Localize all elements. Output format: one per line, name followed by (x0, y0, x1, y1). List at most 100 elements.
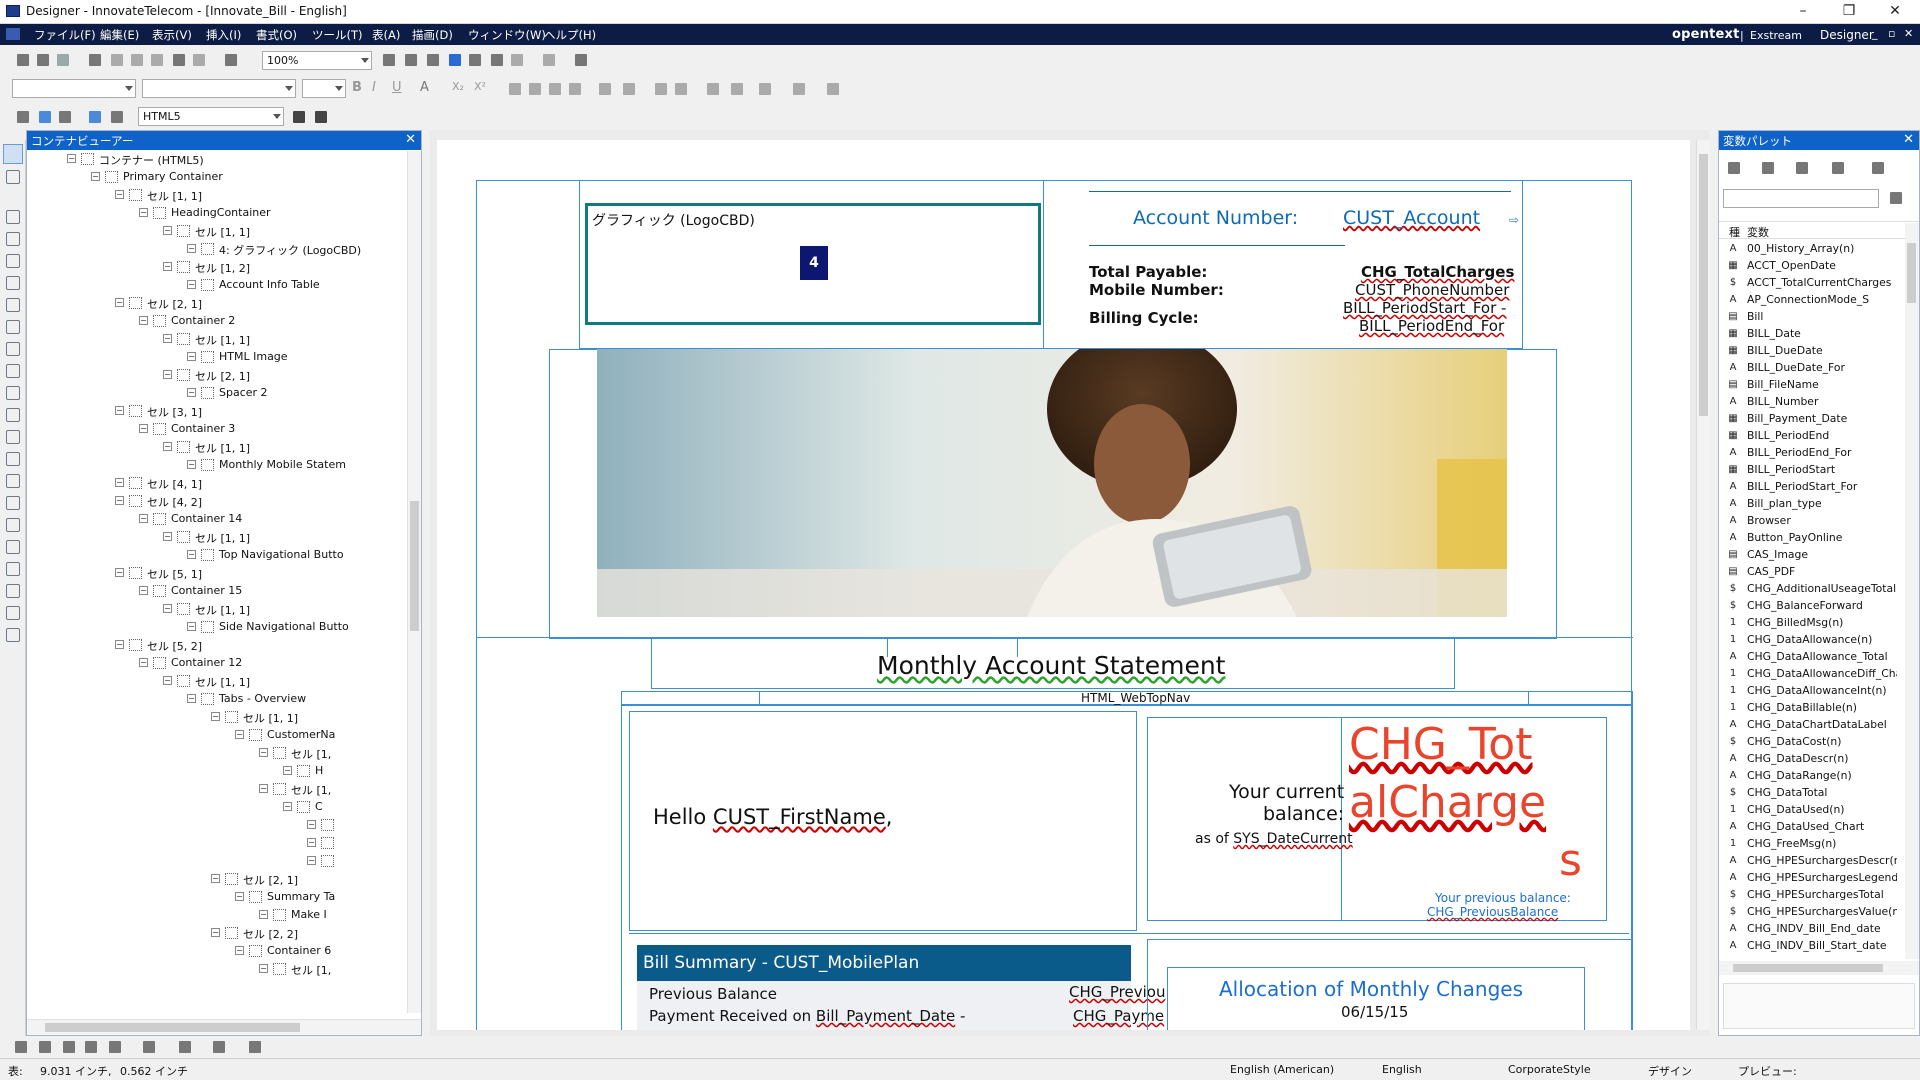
tree-collapse-icon[interactable]: − (163, 262, 172, 271)
variable-item[interactable]: $ CHG_DataTotal (1719, 785, 1897, 802)
variable-item[interactable]: ▤ CAS_Image (1719, 547, 1897, 564)
tree-collapse-icon[interactable]: − (211, 712, 220, 721)
tree-collapse-icon[interactable]: − (187, 244, 196, 253)
status-mode-preview[interactable]: プレビュー: (1738, 1063, 1797, 1079)
paste-icon[interactable] (148, 51, 166, 69)
shape-tool-icon[interactable] (6, 342, 20, 356)
tree-collapse-icon[interactable]: − (139, 208, 148, 217)
variable-item[interactable]: 1 CHG_BilledMsg(n) (1719, 615, 1897, 632)
big-charge-line-2[interactable]: alCharge (1349, 777, 1546, 828)
input-tool-icon[interactable] (6, 518, 20, 532)
note-icon[interactable] (12, 1038, 30, 1056)
tree-collapse-icon[interactable]: − (163, 226, 172, 235)
tree-collapse-icon[interactable]: − (211, 874, 220, 883)
tree-collapse-icon[interactable]: − (163, 370, 172, 379)
tree-collapse-icon[interactable]: − (139, 586, 148, 595)
variable-item[interactable]: ▦ BILL_DueDate (1719, 343, 1897, 360)
variable-item[interactable]: ▦ ACCT_OpenDate (1719, 258, 1897, 275)
chart-tool-icon[interactable] (6, 364, 20, 378)
checkbox-tool-icon[interactable] (6, 474, 20, 488)
outdent-icon[interactable] (756, 80, 774, 98)
stop-icon[interactable] (508, 51, 526, 69)
lasso-tool-icon[interactable] (6, 232, 20, 246)
font-size-select[interactable] (302, 79, 346, 98)
validate-icon[interactable] (446, 51, 464, 69)
tree-collapse-icon[interactable]: − (307, 838, 316, 847)
container-tool-icon[interactable] (6, 606, 20, 620)
superscript-icon[interactable]: X² (474, 80, 492, 98)
variable-search-input[interactable] (1723, 189, 1879, 208)
variable-item[interactable]: A BILL_DueDate_For (1719, 360, 1897, 377)
variable-item[interactable]: A CHG_INDV_Bill_End_date (1719, 921, 1897, 938)
variable-item[interactable]: A CHG_DataDescr(n) (1719, 751, 1897, 768)
underline-icon[interactable]: U (392, 80, 410, 98)
cut-icon[interactable] (108, 51, 126, 69)
view-mode-2-icon[interactable] (36, 108, 54, 126)
tree-collapse-icon[interactable]: − (91, 172, 100, 181)
variable-item[interactable]: A BILL_PeriodEnd_For (1719, 445, 1897, 462)
menu-view[interactable]: 表示(V) (152, 27, 192, 43)
close-icon[interactable]: ✕ (1903, 132, 1914, 147)
line-style-icon[interactable] (176, 1038, 194, 1056)
tree-collapse-icon[interactable]: − (115, 298, 124, 307)
mdi-minimize-icon[interactable]: _ (1872, 27, 1878, 40)
variable-item[interactable]: A Bill_plan_type (1719, 496, 1897, 513)
view-mode-5-icon[interactable] (108, 108, 126, 126)
variable-item[interactable]: $ CHG_AdditionalUseageTotal (1719, 581, 1897, 598)
variable-item[interactable]: $ CHG_BalanceForward (1719, 598, 1897, 615)
menu-format[interactable]: 書式(O) (256, 27, 297, 43)
variable-item[interactable]: A CHG_DataUsed_Chart (1719, 819, 1897, 836)
spell-icon[interactable] (466, 51, 484, 69)
spacing-icon[interactable] (790, 80, 808, 98)
settings-icon[interactable] (1869, 159, 1897, 177)
variable-item[interactable]: A CHG_DataAllowance_Total (1719, 649, 1897, 666)
first-name-variable[interactable]: CUST_FirstName (713, 805, 886, 829)
tree-collapse-icon[interactable]: − (187, 622, 196, 631)
list-style-icon[interactable] (728, 80, 746, 98)
menu-file[interactable]: ファイル(F) (34, 27, 96, 43)
variable-item[interactable]: A BILL_Number (1719, 394, 1897, 411)
tree-collapse-icon[interactable]: − (115, 568, 124, 577)
listbox-tool-icon[interactable] (6, 540, 20, 554)
variable-item[interactable]: 1 CHG_DataAllowanceDiff_Cha (1719, 666, 1897, 683)
insert-tool-icon[interactable] (6, 628, 20, 642)
tree-collapse-icon[interactable]: − (187, 352, 196, 361)
align-left-icon[interactable] (506, 80, 524, 98)
variable-item[interactable]: ▤ Bill_FileName (1719, 377, 1897, 394)
payment-date-variable[interactable]: Bill_Payment_Date (816, 1007, 955, 1025)
tree-collapse-icon[interactable]: − (259, 784, 268, 793)
tree-collapse-icon[interactable]: − (211, 928, 220, 937)
mobile-number-variable[interactable]: CUST_PhoneNumber (1355, 281, 1509, 299)
text-style-icon[interactable] (36, 1038, 54, 1056)
output-mode-select[interactable]: HTML5 (138, 107, 284, 126)
grid-icon[interactable] (246, 1038, 264, 1056)
variable-item[interactable]: ▦ BILL_PeriodStart (1719, 462, 1897, 479)
zoom-icon[interactable] (222, 51, 240, 69)
variable-item[interactable]: A 00_History_Array(n) (1719, 241, 1897, 258)
billing-end-variable[interactable]: BILL_PeriodEnd_For (1359, 317, 1504, 335)
play-icon[interactable] (488, 51, 506, 69)
fill-icon[interactable] (106, 1038, 124, 1056)
minimize-icon[interactable]: – (1780, 0, 1826, 24)
web-top-nav-label[interactable]: HTML_WebTopNav (1081, 691, 1190, 705)
view-mode-3-icon[interactable] (56, 108, 74, 126)
pen-color-icon[interactable] (140, 1038, 158, 1056)
tree-collapse-icon[interactable]: − (139, 658, 148, 667)
tree-vertical-scrollbar[interactable] (407, 151, 421, 1013)
tree-collapse-icon[interactable]: − (187, 280, 196, 289)
tree-collapse-icon[interactable]: − (283, 802, 292, 811)
tree-collapse-icon[interactable]: − (187, 550, 196, 559)
tree-collapse-icon[interactable]: − (187, 694, 196, 703)
italic-icon[interactable]: I (372, 80, 390, 98)
tree-collapse-icon[interactable]: − (115, 478, 124, 487)
previous-balance-variable[interactable]: CHG_PreviousBalance (1427, 905, 1558, 919)
text-tool-icon[interactable] (6, 276, 20, 290)
tree-collapse-icon[interactable]: − (235, 730, 244, 739)
tree-collapse-icon[interactable]: − (259, 748, 268, 757)
name-column-header[interactable]: 変数 (1747, 224, 1769, 240)
tree-collapse-icon[interactable]: − (163, 442, 172, 451)
tree-collapse-icon[interactable]: − (139, 316, 148, 325)
variable-item[interactable]: $ CHG_HPESurchargesTotal (1719, 887, 1897, 904)
group-icon[interactable] (540, 51, 558, 69)
style-select[interactable] (12, 79, 136, 98)
